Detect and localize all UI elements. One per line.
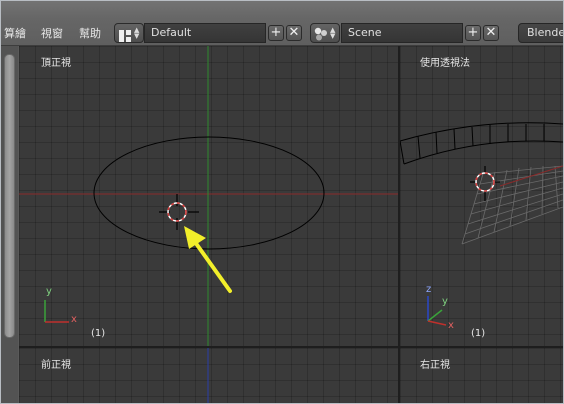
axis-y-label: y <box>442 296 448 307</box>
circle-object <box>93 136 325 250</box>
viewport-front-ortho[interactable]: 前正視 <box>19 348 398 403</box>
viewport-top-ortho[interactable]: 頂正視 y x (1) <box>19 46 398 346</box>
3d-cursor-icon <box>159 194 199 230</box>
layout-grid-icon <box>119 27 131 42</box>
scene-field[interactable]: Scene <box>341 23 463 43</box>
info-header: 算繪 視窗 幫助 ▲ ▼ Default + ✕ ▲ ▼ Scene + ✕ B… <box>1 1 563 46</box>
front-view-canvas <box>207 348 209 403</box>
add-screen-button[interactable]: + <box>268 25 284 41</box>
menu-window[interactable]: 視窗 <box>41 27 63 41</box>
chevron-updown-icon: ▲ ▼ <box>134 26 140 40</box>
arrow-annotation-icon <box>184 226 232 293</box>
axis-y-label: y <box>46 286 52 297</box>
viewport-label-top: 頂正視 <box>41 58 71 69</box>
viewport-divider-vertical[interactable] <box>398 46 400 403</box>
circle-band <box>400 122 563 165</box>
viewport-right-ortho[interactable]: 右正視 <box>400 348 563 403</box>
viewport-label-persp: 使用透視法 <box>420 58 470 69</box>
frame-indicator: (1) <box>91 328 106 339</box>
viewport-label-front: 前正視 <box>41 360 71 371</box>
delete-screen-button[interactable]: ✕ <box>286 25 302 41</box>
viewport-divider-horizontal[interactable] <box>19 346 563 348</box>
menu-render[interactable]: 算繪 <box>4 27 26 41</box>
left-scroll-region <box>1 46 18 403</box>
blender-window: 算繪 視窗 幫助 ▲ ▼ Default + ✕ ▲ ▼ Scene + ✕ B… <box>0 0 564 404</box>
axis-gizmo <box>44 300 69 323</box>
axis-x-label: x <box>71 314 77 325</box>
scene-selector[interactable]: ▲ ▼ <box>310 23 340 43</box>
menu-help[interactable]: 幫助 <box>79 27 101 41</box>
screen-layout-selector[interactable]: ▲ ▼ <box>114 23 144 43</box>
axis-z-label: z <box>426 284 432 295</box>
top-view-canvas <box>19 46 398 346</box>
add-icon: + <box>467 25 479 40</box>
scene-spheres-icon <box>314 26 328 41</box>
screen-layout-field[interactable]: Default <box>144 23 266 43</box>
chevron-updown-icon: ▲ ▼ <box>330 26 336 40</box>
add-icon: + <box>270 25 282 40</box>
close-icon: ✕ <box>485 25 497 40</box>
viewport-perspective[interactable]: 使用透視法 z y x (1) <box>400 46 563 346</box>
frame-indicator: (1) <box>471 328 486 339</box>
scrollbar-thumb[interactable] <box>4 54 15 338</box>
axis-x-label: x <box>448 320 454 331</box>
render-engine-selector[interactable]: Blende <box>518 23 563 43</box>
persp-view-canvas <box>400 122 563 326</box>
viewport-label-right: 右正視 <box>420 360 450 371</box>
close-icon: ✕ <box>288 25 300 40</box>
add-scene-button[interactable]: + <box>465 25 481 41</box>
delete-scene-button[interactable]: ✕ <box>483 25 499 41</box>
